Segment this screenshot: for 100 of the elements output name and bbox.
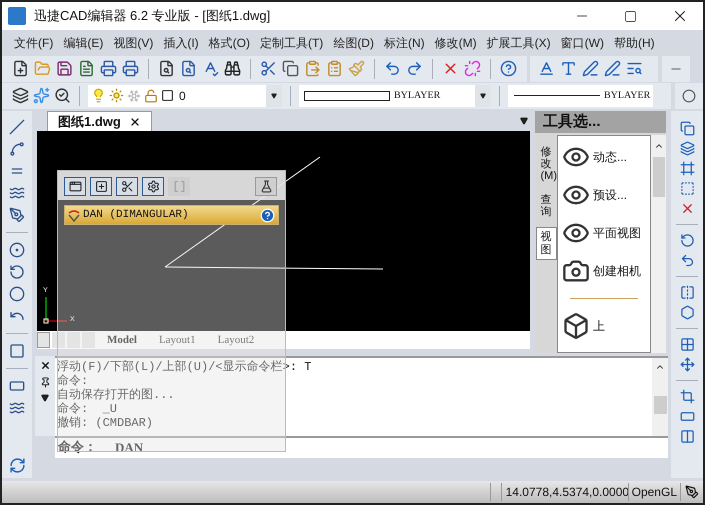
menu-item[interactable]: 插入(I) xyxy=(159,33,203,54)
undo-icon[interactable] xyxy=(384,60,401,77)
scroll-thumb[interactable] xyxy=(654,396,666,414)
grid-icon[interactable] xyxy=(680,337,694,352)
new-file-icon[interactable] xyxy=(12,60,29,77)
text-search-icon[interactable] xyxy=(626,60,643,77)
tab-list-arrow-icon[interactable] xyxy=(520,117,528,125)
layer-dropdown[interactable]: 0 xyxy=(88,84,282,106)
document-search-icon[interactable] xyxy=(180,60,197,77)
refresh-icon[interactable] xyxy=(8,457,26,474)
palette-side-tab[interactable]: 查询 xyxy=(536,191,556,222)
arc-icon[interactable] xyxy=(9,264,25,280)
panel-tool-button[interactable] xyxy=(64,177,86,196)
shape-icon[interactable] xyxy=(680,305,694,320)
move-icon[interactable] xyxy=(680,357,694,372)
unlink-icon[interactable] xyxy=(464,60,481,77)
printer-icon[interactable] xyxy=(100,60,117,77)
text-icon[interactable] xyxy=(560,60,577,77)
printer-icon[interactable] xyxy=(122,60,139,77)
menu-item[interactable]: 标注(N) xyxy=(380,33,429,54)
scissors-icon[interactable] xyxy=(260,60,277,77)
palette-side-tab[interactable]: 修改(M) xyxy=(536,143,556,186)
layout-tab[interactable]: Layout2 xyxy=(208,332,264,348)
close-icon[interactable] xyxy=(40,360,50,371)
circle-handle-icon[interactable] xyxy=(682,88,696,102)
panel-tool-button[interactable] xyxy=(90,177,112,196)
layers-icon[interactable] xyxy=(12,87,29,104)
linetype-dropdown[interactable]: BYLAYER xyxy=(299,84,491,106)
crop-icon[interactable] xyxy=(680,389,694,404)
palette-item[interactable]: 上 xyxy=(558,307,650,345)
copy-icon[interactable] xyxy=(282,60,299,77)
panel-tool-button[interactable] xyxy=(116,177,138,196)
layer-star-icon[interactable] xyxy=(33,87,50,104)
document-icon[interactable] xyxy=(78,60,95,77)
save-icon[interactable] xyxy=(56,60,73,77)
text-edit-icon[interactable] xyxy=(582,60,599,77)
cut-icon[interactable] xyxy=(120,180,134,193)
binoculars-icon[interactable] xyxy=(224,60,241,77)
menu-item[interactable]: 帮助(H) xyxy=(610,33,659,54)
palette-side-tab[interactable]: 视图 xyxy=(536,227,556,260)
layout-tab[interactable]: Model xyxy=(97,332,147,348)
maximize-icon[interactable] xyxy=(624,10,637,22)
flask-icon[interactable] xyxy=(260,180,272,193)
panel-tool-button[interactable] xyxy=(255,177,277,196)
menu-item[interactable]: 窗口(W) xyxy=(556,33,608,54)
dropdown-arrow-icon[interactable] xyxy=(41,394,49,402)
wave-icon[interactable] xyxy=(9,185,25,201)
insert-icon[interactable] xyxy=(94,180,108,193)
help-icon[interactable] xyxy=(500,60,517,77)
redo-icon[interactable] xyxy=(406,60,423,77)
menu-item[interactable]: 修改(M) xyxy=(430,33,481,54)
lightbulb-icon xyxy=(91,88,106,103)
window-title: 迅捷CAD编辑器 6.2 专业版 - [图纸1.dwg] xyxy=(34,7,270,26)
palette-item[interactable]: 平面视图 xyxy=(558,214,650,252)
menu-item[interactable]: 文件(F) xyxy=(10,33,58,54)
split-icon[interactable] xyxy=(680,429,694,444)
layout-tab[interactable]: Layout1 xyxy=(148,332,206,348)
ellipse-icon[interactable] xyxy=(9,286,25,302)
clipboard-icon[interactable] xyxy=(326,60,343,77)
menu-item[interactable]: 编辑(E) xyxy=(59,33,108,54)
history-scrollbar[interactable] xyxy=(652,356,668,436)
mirror-icon[interactable] xyxy=(680,285,694,300)
command-name: DAN (DIMANGULAR) xyxy=(83,208,190,223)
text-underline-icon[interactable] xyxy=(538,60,555,77)
app-logo-icon xyxy=(8,7,26,25)
menu-item[interactable]: 视图(V) xyxy=(109,33,158,54)
panel-tool-button[interactable] xyxy=(142,177,164,196)
pen-icon[interactable] xyxy=(9,207,25,223)
pin-icon[interactable] xyxy=(40,377,50,388)
line-icon[interactable] xyxy=(9,119,25,135)
polyline-icon[interactable] xyxy=(9,141,25,157)
frame-icon[interactable] xyxy=(680,161,694,176)
history-line: 命令: xyxy=(57,374,90,388)
palette-item[interactable]: 创建相机 xyxy=(558,252,650,290)
history-line: 命令: _U xyxy=(57,402,118,416)
layer-search-icon[interactable] xyxy=(54,87,71,104)
rectangle-icon[interactable] xyxy=(680,409,694,424)
gear-icon[interactable] xyxy=(146,180,160,193)
palette-item[interactable]: 预设... xyxy=(558,176,650,214)
history-line: 撤销: (CMDBAR) xyxy=(57,416,154,430)
preview-icon[interactable] xyxy=(158,60,175,77)
palette-scrollbar[interactable] xyxy=(651,135,666,353)
document-tab[interactable]: 图纸1.dwg xyxy=(47,111,152,131)
rotate-icon[interactable] xyxy=(680,233,694,248)
menu-item[interactable]: 扩展工具(X) xyxy=(482,33,555,54)
stack-icon[interactable] xyxy=(680,141,694,156)
menu-item[interactable]: 格式(O) xyxy=(204,33,254,54)
menu-item[interactable]: 定制工具(T) xyxy=(256,33,328,54)
circle-icon[interactable] xyxy=(9,242,25,258)
selection-icon[interactable] xyxy=(680,181,694,196)
pen-icon[interactable] xyxy=(685,485,699,499)
window-icon[interactable] xyxy=(68,180,82,193)
menu-item[interactable]: 绘图(D) xyxy=(329,33,378,54)
close-tab-icon[interactable] xyxy=(128,116,141,128)
scroll-thumb[interactable] xyxy=(652,157,664,197)
spring-icon[interactable] xyxy=(9,400,25,416)
copy-icon[interactable] xyxy=(680,121,694,136)
lineweight-dropdown[interactable]: BYLAYER xyxy=(508,84,653,106)
palette-item[interactable]: 动态... xyxy=(558,138,650,176)
palette-title: 工具选... xyxy=(543,112,601,132)
